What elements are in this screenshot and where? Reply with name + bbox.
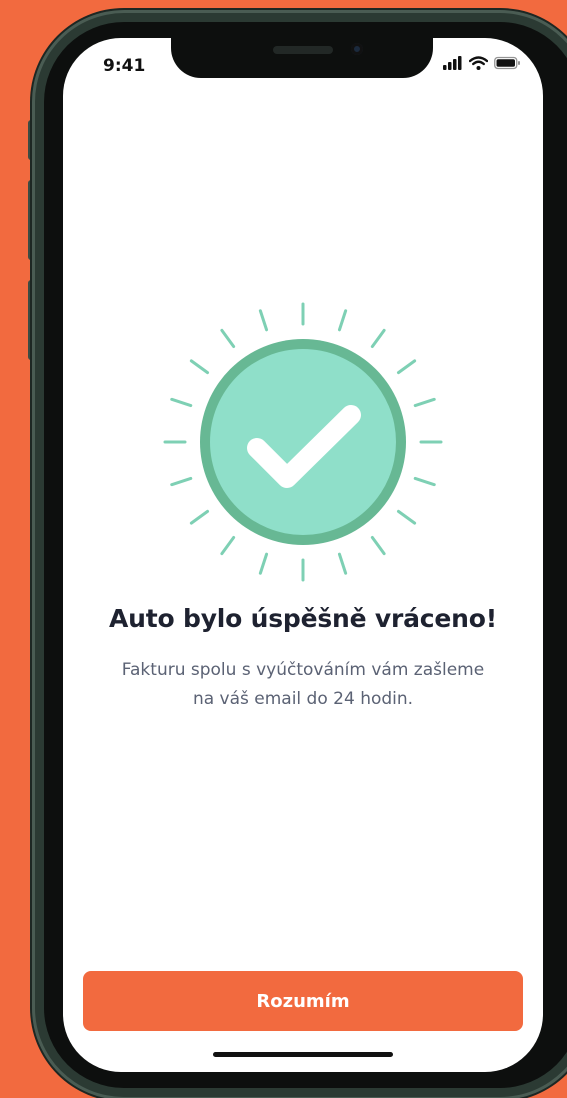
sun-ray xyxy=(170,397,193,408)
sun-ray xyxy=(337,309,348,332)
page-background: 9:41 Auto bylo úspěšně vráceno! Fakturu … xyxy=(0,0,567,1098)
success-title: Auto bylo úspěšně vráceno! xyxy=(109,604,497,633)
front-camera xyxy=(351,43,363,55)
message-line: na váš email do 24 hodin. xyxy=(192,689,414,709)
status-icons xyxy=(443,56,521,70)
home-indicator[interactable] xyxy=(213,1052,393,1057)
sun-ray xyxy=(396,509,417,525)
notch xyxy=(171,38,433,78)
sun-ray xyxy=(370,328,386,349)
speaker-grille xyxy=(273,46,333,54)
sun-ray xyxy=(413,476,436,487)
sun-ray xyxy=(258,552,269,575)
sun-ray xyxy=(396,359,417,375)
phone-screen: 9:41 Auto bylo úspěšně vráceno! Fakturu … xyxy=(63,38,543,1072)
success-illustration xyxy=(163,302,443,582)
sun-ray xyxy=(370,535,386,556)
sun-ray xyxy=(189,359,210,375)
success-circle xyxy=(210,349,396,535)
sun-ray xyxy=(220,535,236,556)
confirm-button[interactable]: Rozumím xyxy=(83,971,523,1031)
cellular-signal-icon xyxy=(443,56,462,70)
sun-ray xyxy=(189,509,210,525)
message-line: Fakturu spolu s vyúčtováním vám zašleme xyxy=(121,660,485,680)
wifi-icon xyxy=(469,56,488,70)
success-message: Fakturu spolu s vyúčtováním vám zašleme … xyxy=(83,656,523,714)
sun-ray xyxy=(258,309,269,332)
sun-ray xyxy=(220,328,236,349)
sun-ray xyxy=(413,397,436,408)
sun-ray xyxy=(337,552,348,575)
status-time: 9:41 xyxy=(103,56,146,76)
battery-icon xyxy=(494,56,520,70)
sun-ray xyxy=(170,476,193,487)
